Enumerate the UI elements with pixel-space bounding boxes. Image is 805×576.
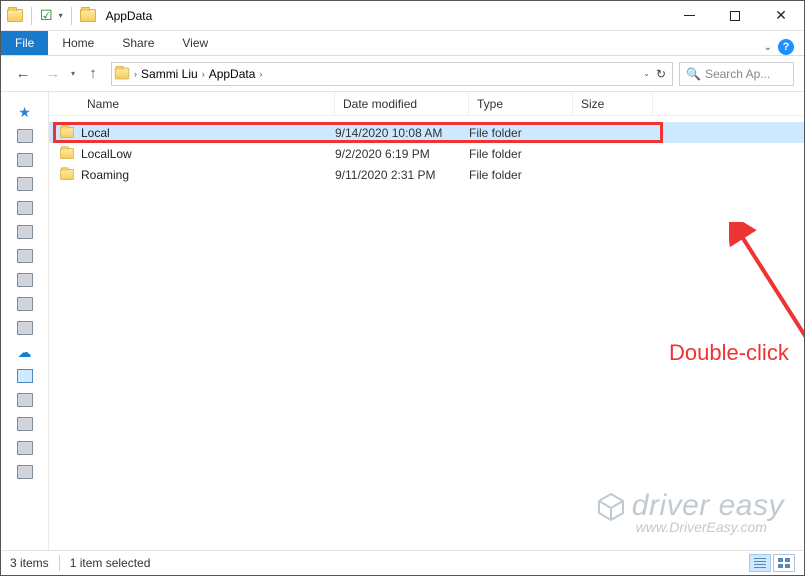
breadcrumb-part[interactable]: AppData (205, 67, 260, 81)
app-folder-icon (7, 9, 23, 22)
drive-icon[interactable] (17, 321, 33, 335)
status-bar: 3 items 1 item selected (2, 550, 803, 574)
onedrive-icon[interactable]: ☁ (18, 344, 32, 361)
address-bar[interactable]: › Sammi Liu › AppData › ⌄ ↻ (111, 62, 673, 86)
close-button[interactable]: ✕ (758, 1, 804, 31)
title-bar: ☑ ▾ AppData ✕ (1, 1, 804, 31)
file-row-type: File folder (469, 126, 573, 140)
navigation-pane[interactable]: ★ ☁ (1, 92, 49, 562)
main-area: ★ ☁ Name ⌃ Date modified Type Size Local (1, 92, 804, 562)
ribbon-collapse-icon[interactable]: ⌄ (764, 42, 772, 53)
window-title: AppData (106, 9, 153, 23)
status-selection: 1 item selected (70, 556, 151, 570)
drive-icon[interactable] (17, 297, 33, 311)
folder-icon (60, 148, 74, 159)
address-history-icon[interactable]: ⌄ (643, 69, 650, 78)
drive-icon[interactable] (17, 201, 33, 215)
view-large-icons-button[interactable] (773, 554, 795, 572)
crumb-sep-icon[interactable]: › (259, 69, 262, 79)
search-box[interactable]: 🔍 Search Ap... (679, 62, 794, 86)
file-row-name: Roaming (81, 168, 129, 182)
breadcrumb-part[interactable]: Sammi Liu (137, 67, 202, 81)
file-row[interactable]: Roaming 9/11/2020 2:31 PM File folder (49, 164, 804, 185)
window-folder-icon (80, 9, 96, 22)
separator (71, 7, 72, 25)
address-folder-icon (115, 68, 129, 80)
nav-up-button[interactable] (81, 62, 105, 86)
column-header-size[interactable]: Size (573, 92, 653, 115)
view-details-button[interactable] (749, 554, 771, 572)
annotation-arrow-icon (729, 222, 804, 352)
column-header-name-label: Name (87, 97, 119, 111)
file-row[interactable]: LocalLow 9/2/2020 6:19 PM File folder (49, 143, 804, 164)
file-row-name: Local (81, 126, 110, 140)
drive-icon[interactable] (17, 393, 33, 407)
drive-icon[interactable] (17, 417, 33, 431)
nav-toolbar: ▾ › Sammi Liu › AppData › ⌄ ↻ 🔍 Search A… (1, 56, 804, 92)
drive-icon[interactable] (17, 129, 33, 143)
file-row-type: File folder (469, 168, 573, 182)
quick-access-toolbar: ☑ ▾ (7, 7, 96, 25)
nav-forward-button[interactable] (41, 62, 65, 86)
file-row-date: 9/11/2020 2:31 PM (335, 168, 469, 182)
drive-icon[interactable] (17, 153, 33, 167)
sort-caret-icon: ⌃ (207, 92, 215, 99)
file-row[interactable]: Local 9/14/2020 10:08 AM File folder (49, 122, 804, 143)
drive-icon[interactable] (17, 273, 33, 287)
nav-history-dropdown-icon[interactable]: ▾ (71, 69, 75, 78)
ribbon-tab-view[interactable]: View (168, 31, 222, 55)
maximize-button[interactable] (712, 1, 758, 31)
ribbon-tab-home[interactable]: Home (48, 31, 108, 55)
drive-icon[interactable] (17, 441, 33, 455)
ribbon-tab-file[interactable]: File (1, 31, 48, 55)
drive-icon[interactable] (17, 249, 33, 263)
window-controls: ✕ (666, 1, 804, 31)
file-row-name: LocalLow (81, 147, 132, 161)
thispc-icon[interactable] (17, 369, 33, 383)
annotation-text: Double-click (669, 340, 789, 366)
column-header-date[interactable]: Date modified (335, 92, 469, 115)
qat-dropdown-icon[interactable]: ▾ (59, 11, 63, 20)
search-placeholder: Search Ap... (705, 67, 770, 81)
folder-icon (60, 127, 74, 138)
separator (59, 555, 60, 571)
qat-properties-icon[interactable]: ☑ (40, 7, 53, 24)
column-header-type[interactable]: Type (469, 92, 573, 115)
file-row-type: File folder (469, 147, 573, 161)
minimize-button[interactable] (666, 1, 712, 31)
help-icon[interactable]: ? (778, 39, 794, 55)
column-header-row: Name ⌃ Date modified Type Size (49, 92, 804, 116)
column-header-name[interactable]: Name ⌃ (79, 92, 335, 115)
ribbon: File Home Share View ⌄ ? (1, 31, 804, 56)
file-row-date: 9/14/2020 10:08 AM (335, 126, 469, 140)
refresh-icon[interactable]: ↻ (656, 67, 666, 81)
search-icon: 🔍 (686, 67, 701, 81)
content-pane: Name ⌃ Date modified Type Size Local 9/1… (49, 92, 804, 562)
file-row-date: 9/2/2020 6:19 PM (335, 147, 469, 161)
quick-access-icon[interactable]: ★ (18, 104, 31, 121)
drive-icon[interactable] (17, 465, 33, 479)
nav-back-button[interactable] (11, 62, 35, 86)
drive-icon[interactable] (17, 225, 33, 239)
view-mode-buttons (749, 554, 795, 572)
folder-icon (60, 169, 74, 180)
separator (31, 7, 32, 25)
ribbon-tab-share[interactable]: Share (108, 31, 168, 55)
drive-icon[interactable] (17, 177, 33, 191)
file-list: Local 9/14/2020 10:08 AM File folder Loc… (49, 116, 804, 185)
status-item-count: 3 items (10, 556, 49, 570)
